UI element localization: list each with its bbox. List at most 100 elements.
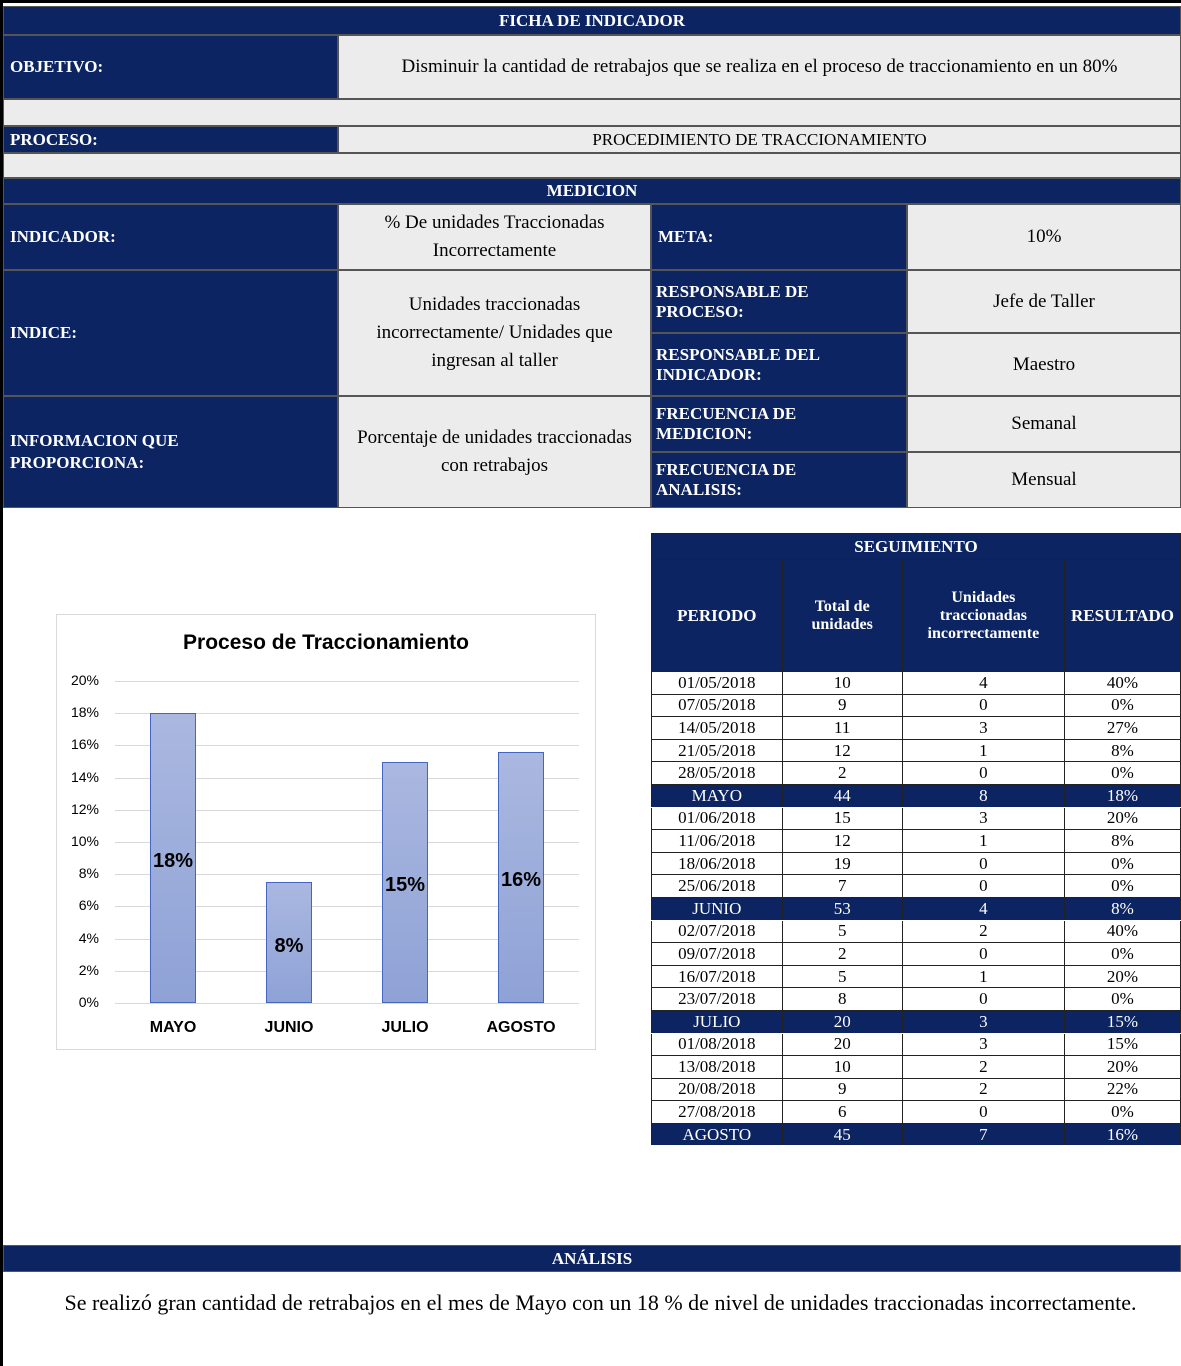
resp-proceso-value: Jefe de Taller	[907, 270, 1181, 333]
table-row: 11/06/2018 12 1 8%	[651, 829, 1181, 853]
month-summary-row: JULIO 20 3 15%	[651, 1009, 1181, 1034]
bar-data-label: 18%	[152, 850, 194, 873]
table-row: 23/07/2018 8 0 0%	[651, 987, 1181, 1011]
table-row: 01/05/2018 10 4 40%	[651, 671, 1181, 695]
month-summary-row: MAYO 44 8 18%	[651, 783, 1181, 808]
cell-periodo: 23/07/2018	[651, 987, 783, 1011]
cell-periodo: MAYO	[651, 783, 783, 808]
cell-total: 19	[781, 851, 903, 876]
cell-incorrectas: 1	[901, 829, 1065, 853]
bar-data-label: 15%	[384, 874, 426, 897]
x-tick-label: JULIO	[381, 1019, 429, 1036]
cell-resultado: 20%	[1063, 964, 1181, 989]
cell-incorrectas: 4	[901, 896, 1065, 921]
cell-incorrectas: 2	[901, 1077, 1065, 1102]
frec-medicion-label: FRECUENCIA DE MEDICION:	[651, 396, 907, 452]
cell-periodo: 14/05/2018	[651, 716, 783, 740]
cell-total: 15	[781, 806, 903, 831]
cell-incorrectas: 3	[901, 1032, 1065, 1057]
cell-total: 20	[781, 1009, 903, 1034]
y-tick-label: 0%	[78, 994, 99, 1010]
meta-value: 10%	[907, 204, 1181, 270]
analisis-title: ANÁLISIS	[3, 1245, 1181, 1272]
spacer-row	[3, 99, 1181, 126]
cell-periodo: JULIO	[651, 1009, 783, 1034]
y-tick-label: 8%	[78, 865, 99, 882]
y-tick-label: 6%	[78, 897, 99, 914]
cell-incorrectas: 0	[901, 1100, 1065, 1124]
cell-periodo: 11/06/2018	[651, 829, 783, 853]
proceso-label-text: PROCESO:	[10, 129, 98, 149]
gridline	[115, 681, 579, 682]
cell-incorrectas: 1	[901, 738, 1065, 763]
cell-incorrectas: 0	[901, 942, 1065, 966]
cell-incorrectas: 1	[901, 964, 1065, 989]
y-tick-label: 10%	[70, 833, 99, 849]
frec-analisis-label: FRECUENCIA DE ANALISIS:	[651, 452, 907, 508]
cell-incorrectas: 0	[901, 987, 1065, 1011]
frec-medicion-value: Semanal	[907, 396, 1181, 452]
cell-resultado: 0%	[1063, 1100, 1181, 1124]
cell-resultado: 0%	[1063, 942, 1181, 966]
table-row: 21/05/2018 12 1 8%	[651, 738, 1181, 763]
table-row: 28/05/2018 2 0 0%	[651, 761, 1181, 785]
resp-indicador-value-text: Maestro	[1012, 353, 1076, 375]
cell-incorrectas: 0	[901, 851, 1065, 876]
resp-indicador-value: Maestro	[907, 333, 1181, 396]
info-value: Porcentaje de unidades traccionadas con …	[338, 396, 651, 508]
cell-total: 5	[781, 919, 903, 944]
cell-periodo: JUNIO	[651, 896, 783, 921]
cell-periodo: 25/06/2018	[651, 874, 783, 898]
table-row: 01/06/2018 15 3 20%	[651, 806, 1181, 831]
cell-periodo: 07/05/2018	[651, 693, 783, 718]
table-row: 27/08/2018 6 0 0%	[651, 1100, 1181, 1124]
cell-resultado: 8%	[1063, 738, 1181, 763]
cell-total: 6	[781, 1100, 903, 1124]
cell-resultado: 18%	[1063, 783, 1181, 808]
cell-periodo: 01/05/2018	[651, 671, 783, 695]
cell-periodo: 01/06/2018	[651, 806, 783, 831]
meta-label-text: META:	[658, 227, 714, 246]
cell-total: 11	[781, 716, 903, 740]
cell-periodo: 20/08/2018	[651, 1077, 783, 1102]
cell-periodo: AGOSTO	[651, 1122, 783, 1147]
y-tick-label: 12%	[70, 800, 99, 817]
medicion-title: MEDICION	[3, 178, 1181, 204]
cell-total: 45	[781, 1122, 903, 1147]
spacer-row	[3, 153, 1181, 178]
table-row: 18/06/2018 19 0 0%	[651, 851, 1181, 876]
cell-total: 12	[781, 738, 903, 763]
y-tick-label: 14%	[70, 768, 99, 785]
x-tick-label: JUNIO	[264, 1019, 314, 1036]
indicador-label-text: INDICADOR:	[10, 227, 116, 246]
cell-periodo: 28/05/2018	[651, 761, 783, 785]
cell-total: 2	[781, 942, 903, 966]
x-tick-label: AGOSTO	[486, 1019, 556, 1036]
cell-resultado: 40%	[1063, 919, 1181, 944]
cell-periodo: 16/07/2018	[651, 964, 783, 989]
cell-total: 10	[781, 1055, 903, 1079]
meta-label: META:	[651, 204, 907, 270]
indicador-label: INDICADOR:	[3, 204, 338, 270]
indicador-value: % De unidades Traccionadas Incorrectamen…	[338, 204, 651, 270]
table-row: 01/08/2018 20 3 15%	[651, 1032, 1181, 1057]
cell-resultado: 20%	[1063, 1055, 1181, 1079]
cell-periodo: 01/08/2018	[651, 1032, 783, 1057]
y-tick-label: 2%	[78, 961, 99, 978]
cell-resultado: 0%	[1063, 987, 1181, 1011]
cell-incorrectas: 0	[901, 693, 1065, 718]
cell-resultado: 0%	[1063, 761, 1181, 785]
cell-incorrectas: 0	[901, 761, 1065, 785]
info-value-text: Porcentaje de unidades traccionadas con …	[357, 427, 632, 476]
objetivo-value: Disminuir la cantidad de retrabajos que …	[338, 35, 1181, 99]
cell-resultado: 40%	[1063, 671, 1181, 695]
cell-resultado: 15%	[1063, 1032, 1181, 1057]
proceso-value-text: PROCEDIMIENTO DE TRACCIONAMIENTO	[592, 129, 927, 149]
proceso-label: PROCESO:	[3, 126, 338, 153]
seguimiento-body: 01/05/2018 10 4 40% 07/05/2018 9 0 0% 14/05/2018…	[651, 671, 1181, 1147]
sheet-title-text: FICHA DE INDICADOR	[498, 10, 686, 30]
cell-resultado: 16%	[1063, 1122, 1181, 1147]
cell-incorrectas: 3	[901, 806, 1065, 831]
cell-resultado: 0%	[1063, 874, 1181, 898]
meta-value-text: 10%	[1026, 226, 1062, 247]
